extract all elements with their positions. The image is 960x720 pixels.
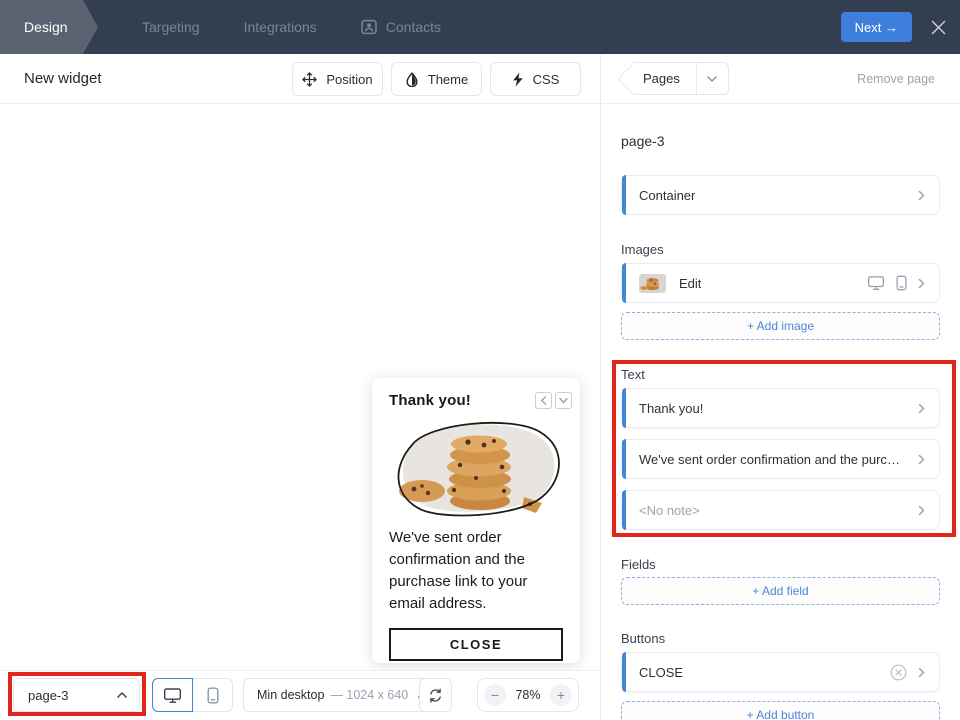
image-layer-item[interactable]: Edit [621,263,940,303]
text-layer-label: Thank you! [639,401,703,416]
tab-integrations[interactable]: Integrations [244,19,317,35]
layers-sidebar: page-3 Container Images Edit [600,104,960,720]
preview-header: Thank you! [372,378,580,409]
text-section-label: Text [621,367,940,382]
editor-toolbar: New widget Position Theme [0,54,960,104]
zoom-control: − 78% + [477,678,579,712]
css-button[interactable]: CSS [490,62,581,96]
contacts-icon [361,19,377,35]
images-section-label: Images [621,242,940,257]
chevron-down-icon[interactable] [555,392,572,409]
page-select-dropdown[interactable]: page-3 [13,678,140,712]
page-select-value: page-3 [28,688,68,703]
sidebar-page-title: page-3 [621,133,940,149]
circle-x-icon[interactable] [890,664,907,681]
tool-buttons: Position Theme CSS [292,62,581,96]
preview-title: Thank you! [389,392,471,409]
tab-targeting[interactable]: Targeting [142,19,200,35]
theme-button-label: Theme [428,72,468,87]
theme-button[interactable]: Theme [391,62,482,96]
add-button-button[interactable]: + Add button [621,701,940,720]
chevron-right-icon [918,667,925,678]
desktop-icon [163,687,182,704]
button-layer-label: CLOSE [639,665,683,680]
chevron-right-icon [918,505,925,516]
bottom-bar: page-3 Min desktop — 1024 x 640 [0,670,600,720]
toolbar-left: New widget Position Theme [0,54,600,103]
chevron-right-icon [918,403,925,414]
widget-preview-card: Thank you! [372,378,580,663]
next-button[interactable]: Next → [841,12,912,42]
chevron-left-icon[interactable] [535,392,552,409]
zoom-in-button[interactable]: + [550,684,572,706]
breakpoint-secondary: — 1024 x 640 [330,688,408,702]
top-navigation-bar: Design Targeting Integrations Contacts N… [0,0,960,54]
chevron-right-icon [918,190,925,201]
pages-dropdown-button[interactable]: Pages [633,62,729,95]
css-button-label: CSS [533,72,560,87]
zoom-level: 78% [515,688,540,702]
widget-editor-app: Design Targeting Integrations Contacts N… [0,0,960,720]
close-icon[interactable] [930,19,947,36]
text-layer-label: <No note> [639,503,700,518]
container-layer-item[interactable]: Container [621,175,940,215]
desktop-view-button[interactable] [152,678,193,712]
text-layer-item-body[interactable]: We've sent order confirmation and the pu… [621,439,940,479]
image-thumbnail [639,274,666,293]
tab-integrations-label: Integrations [244,19,317,35]
add-field-button[interactable]: + Add field [621,577,940,605]
move-icon [302,72,317,87]
button-layer-item-close[interactable]: CLOSE [621,652,940,692]
add-image-button[interactable]: + Add image [621,312,940,340]
preview-close-button[interactable]: CLOSE [389,628,563,661]
image-layer-label: Edit [679,276,701,291]
chevron-right-icon [918,454,925,465]
contrast-droplet-icon [405,72,419,87]
tab-contacts[interactable]: Contacts [361,19,441,35]
text-layer-item-title[interactable]: Thank you! [621,388,940,428]
buttons-section-label: Buttons [621,631,940,646]
breakpoint-primary: Min desktop [257,688,324,702]
fields-section-label: Fields [621,557,940,572]
chevron-down-icon[interactable] [697,63,728,94]
tab-design-label: Design [24,19,68,35]
position-button[interactable]: Position [292,62,383,96]
preview-body-text: We've sent order confirmation and the pu… [372,517,580,615]
mobile-icon [207,687,219,704]
pages-dropdown-label: Pages [633,63,697,94]
mobile-view-button[interactable] [192,678,233,712]
toolbar-right: Pages Remove page [600,54,960,103]
chevron-right-icon [918,278,925,289]
position-button-label: Position [326,72,372,87]
tab-design[interactable]: Design [0,0,98,54]
text-layer-item-note[interactable]: <No note> [621,490,940,530]
tab-targeting-label: Targeting [142,19,200,35]
design-canvas: Thank you! [0,104,600,720]
preview-nav-buttons [535,392,572,409]
remove-page-link[interactable]: Remove page [857,72,935,86]
refresh-button[interactable] [419,678,452,712]
breakpoint-dropdown[interactable]: Min desktop — 1024 x 640 [243,678,442,712]
mobile-icon[interactable] [896,275,907,291]
cookie-image [384,415,568,517]
lightning-icon [512,72,524,87]
tab-contacts-label: Contacts [386,19,441,35]
desktop-icon[interactable] [867,275,885,291]
zoom-out-button[interactable]: − [484,684,506,706]
chevron-up-icon [117,692,127,698]
refresh-icon [428,688,443,703]
text-layer-label: We've sent order confirmation and the pu… [639,452,907,467]
widget-title: New widget [24,70,102,87]
container-layer-label: Container [639,188,695,203]
